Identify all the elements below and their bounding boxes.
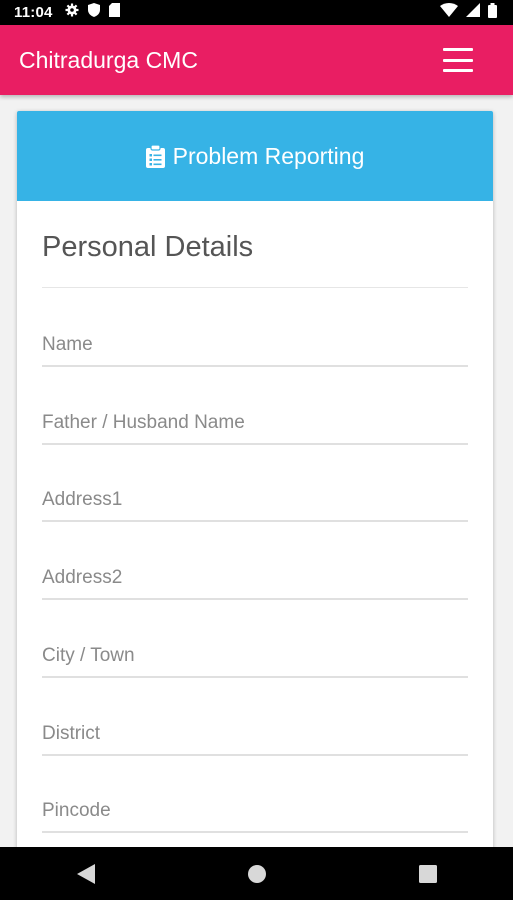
- address2-field: [42, 560, 468, 600]
- card-header: Problem Reporting: [17, 111, 493, 201]
- district-field: [42, 716, 468, 756]
- city-town-field: [42, 638, 468, 678]
- shield-icon: [87, 3, 100, 22]
- battery-icon: [488, 2, 497, 23]
- hamburger-menu-icon[interactable]: [443, 48, 473, 72]
- address2-input[interactable]: [42, 560, 468, 596]
- status-time: 11:04: [14, 4, 53, 21]
- clipboard-icon: [145, 144, 165, 168]
- address1-input[interactable]: [42, 482, 468, 518]
- back-icon[interactable]: [56, 854, 116, 894]
- section-title: Personal Details: [42, 231, 254, 263]
- problem-reporting-card: Problem Reporting Personal Details: [17, 111, 493, 871]
- name-input[interactable]: [42, 327, 468, 363]
- city-town-input[interactable]: [42, 638, 468, 674]
- recents-icon[interactable]: [398, 854, 458, 894]
- section-divider: [42, 287, 468, 288]
- status-bar: 11:04: [0, 0, 513, 25]
- address1-field: [42, 482, 468, 522]
- district-input[interactable]: [42, 716, 468, 752]
- sd-card-icon: [108, 3, 120, 22]
- name-field: [42, 327, 468, 367]
- home-icon[interactable]: [227, 854, 287, 894]
- system-nav-bar: [0, 847, 513, 900]
- father-husband-name-input[interactable]: [42, 405, 468, 441]
- gear-icon: [65, 3, 79, 22]
- app-title: Chitradurga CMC: [19, 46, 198, 73]
- app-bar: Chitradurga CMC: [0, 25, 513, 95]
- card-header-title: Problem Reporting: [172, 142, 365, 169]
- wifi-icon: [440, 3, 458, 22]
- father-husband-name-field: [42, 405, 468, 445]
- pincode-field: [42, 793, 468, 833]
- pincode-input[interactable]: [42, 793, 468, 829]
- signal-icon: [466, 3, 480, 22]
